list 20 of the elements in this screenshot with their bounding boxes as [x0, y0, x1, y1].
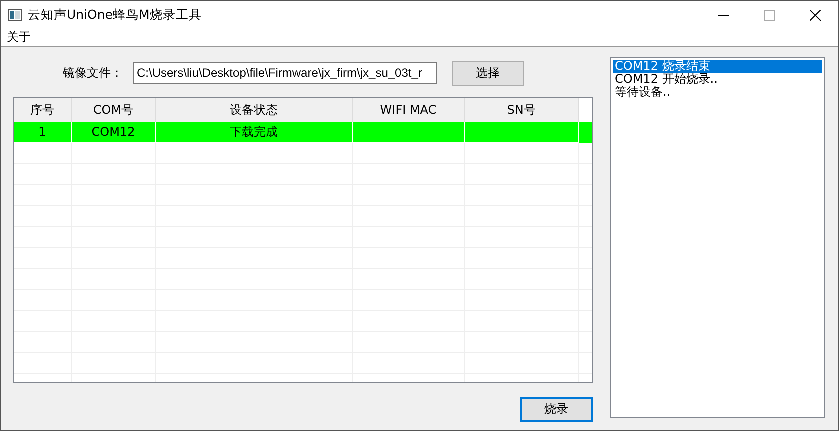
log-item[interactable]: COM12 开始烧录..	[613, 73, 822, 86]
table-cell: 1	[14, 122, 72, 143]
table-cell: 下载完成	[156, 122, 353, 143]
log-item[interactable]: 等待设备..	[613, 86, 822, 99]
app-icon	[8, 9, 22, 21]
window-title: 云知声UniOne蜂鸟M烧录工具	[28, 6, 203, 24]
burn-button[interactable]: 烧录	[520, 397, 593, 422]
column-header[interactable]: COM号	[72, 98, 156, 122]
column-header[interactable]: 设备状态	[156, 98, 353, 122]
image-file-label: 镜像文件：	[62, 64, 124, 82]
log-item[interactable]: COM12 烧录结束	[613, 60, 822, 73]
column-header[interactable]: SN号	[465, 98, 579, 122]
column-header[interactable]: WIFI MAC	[353, 98, 465, 122]
close-icon[interactable]	[810, 10, 820, 20]
image-file-field[interactable]: C:\Users\liu\Desktop\file\Firmware\jx_firm\jx_su_03t_r	[133, 62, 437, 84]
table-row[interactable]: 1 COM12 下载完成	[14, 122, 592, 143]
select-button[interactable]: 选择	[452, 60, 524, 86]
table-cell: COM12	[72, 122, 156, 143]
menu-item[interactable]: 关于	[1, 29, 37, 46]
column-header[interactable]: 序号	[14, 98, 72, 122]
